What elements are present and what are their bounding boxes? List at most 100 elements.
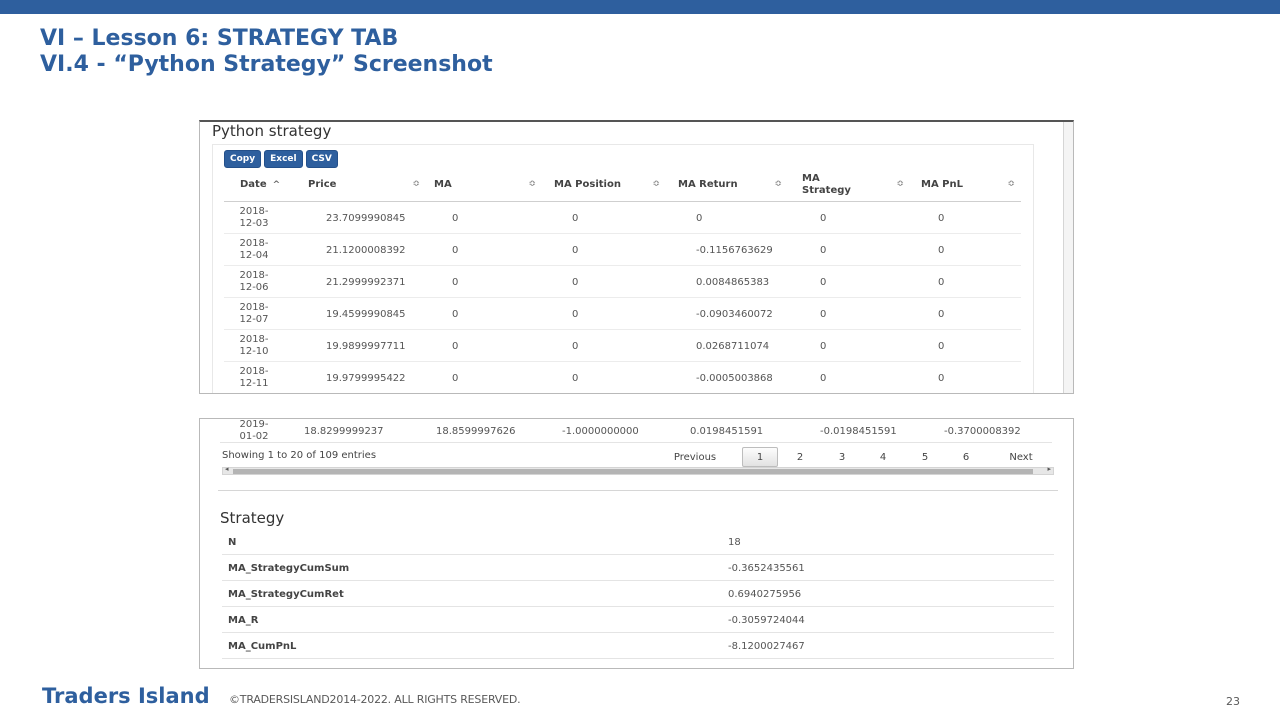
sort-ascending-icon: ^ <box>272 180 281 190</box>
scrollbar-thumb[interactable] <box>233 469 1033 474</box>
table-row: 2018- 12-06 21.2999992371 0 0 0.0084865383 0 0 <box>224 266 1021 298</box>
cell-ma-pnl: -0.3700008392 <box>944 425 1021 437</box>
copy-button[interactable]: Copy <box>224 150 262 168</box>
export-buttons: Copy Excel CSV <box>224 150 338 168</box>
page-button-3[interactable]: 3 <box>830 447 854 467</box>
cell-price: 23.7099990845 <box>326 212 406 224</box>
slide-title-line2: VI.4 - “Python Strategy” Screenshot <box>40 52 493 77</box>
table-header: Date ^ Price ≎ MA ≎ MA Position ≎ MA Ret… <box>224 168 1021 202</box>
brand-logo-text: Traders Island <box>42 684 210 708</box>
sort-icon: ≎ <box>774 179 782 189</box>
cell-ma-strategy: 0 <box>820 308 827 320</box>
sort-icon: ≎ <box>652 179 660 189</box>
cell-ma-position: 0 <box>572 340 579 352</box>
table-row: 2018- 12-11 19.9799995422 0 0 -0.0005003868 0… <box>224 362 1021 393</box>
column-header-ma-return[interactable]: MA Return ≎ <box>678 168 788 202</box>
sort-icon: ≎ <box>896 179 904 189</box>
next-page-button[interactable]: Next <box>998 447 1044 467</box>
python-strategy-screenshot-bottom: 2019- 01-02 18.8299999237 18.8599997626 … <box>199 418 1074 669</box>
page-button-5[interactable]: 5 <box>913 447 937 467</box>
cell-ma: 0 <box>452 212 459 224</box>
cell-date: 2018- 12-07 <box>239 302 269 325</box>
table-row: 2018- 12-03 23.7099990845 0 0 0 0 0 <box>224 202 1021 234</box>
cell-ma-strategy: 0 <box>820 276 827 288</box>
cell-ma: 0 <box>452 244 459 256</box>
excel-button[interactable]: Excel <box>264 150 303 168</box>
column-header-price[interactable]: Price ≎ <box>308 168 426 202</box>
strategy-value: -0.3059724044 <box>728 614 805 626</box>
page-button-4[interactable]: 4 <box>871 447 895 467</box>
page-button-1[interactable]: 1 <box>742 447 778 467</box>
csv-button[interactable]: CSV <box>305 150 338 168</box>
cell-price: 21.2999992371 <box>326 276 406 288</box>
page-button-6[interactable]: 6 <box>954 447 978 467</box>
cell-ma-pnl: 0 <box>938 244 945 256</box>
cell-ma-return: -0.0005003868 <box>696 372 773 384</box>
cell-date: 2018- 12-11 <box>239 366 269 389</box>
strategy-key: MA_StrategyCumSum <box>228 562 350 574</box>
vertical-scrollbar[interactable] <box>1063 122 1073 393</box>
strategy-key: MA_StrategyCumRet <box>228 588 344 600</box>
cell-price: 18.8299999237 <box>304 425 384 437</box>
cell-ma-position: 0 <box>572 372 579 384</box>
column-header-date[interactable]: Date ^ <box>240 168 310 202</box>
strategy-row: MA_R -0.3059724044 <box>222 607 1054 633</box>
strategy-row: MA_StrategyCumRet 0.6940275956 <box>222 581 1054 607</box>
cell-ma: 0 <box>452 372 459 384</box>
cell-ma-return: -0.0903460072 <box>696 308 773 320</box>
horizontal-scrollbar[interactable]: ◂ ▸ <box>222 465 1054 475</box>
strategy-value: 18 <box>728 536 741 548</box>
copyright-text: ©TRADERSISLAND2014-2022. ALL RIGHTS RESE… <box>229 693 521 706</box>
column-header-ma[interactable]: MA ≎ <box>434 168 542 202</box>
cell-ma-return: 0.0268711074 <box>696 340 770 352</box>
cell-ma-strategy: 0 <box>820 212 827 224</box>
column-header-ma-strategy[interactable]: MA Strategy ≎ <box>802 168 910 202</box>
table-row: 2018- 12-04 21.1200008392 0 0 -0.1156763629 0… <box>224 234 1021 266</box>
column-header-ma-position[interactable]: MA Position ≎ <box>554 168 666 202</box>
cell-ma-position: 0 <box>572 308 579 320</box>
cell-ma: 0 <box>452 340 459 352</box>
strategy-key: MA_CumPnL <box>228 640 297 652</box>
cell-ma-strategy: 0 <box>820 340 827 352</box>
scroll-left-icon[interactable]: ◂ <box>225 465 229 473</box>
table-row: 2018- 12-10 19.9899997711 0 0 0.0268711074 0 0 <box>224 330 1021 362</box>
cell-ma-return: 0.0198451591 <box>690 425 764 437</box>
strategy-value: -0.3652435561 <box>728 562 805 574</box>
cell-ma-pnl: 0 <box>938 340 945 352</box>
cell-date: 2018- 12-04 <box>239 238 269 261</box>
python-strategy-title: Python strategy <box>212 122 332 140</box>
column-header-ma-pnl[interactable]: MA PnL ≎ <box>921 168 1021 202</box>
cell-ma-position: 0 <box>572 212 579 224</box>
cell-date: 2018- 12-10 <box>239 334 269 357</box>
cell-ma-return: 0.0084865383 <box>696 276 770 288</box>
cell-ma: 0 <box>452 308 459 320</box>
cell-ma-pnl: 0 <box>938 372 945 384</box>
top-accent-bar <box>0 0 1280 14</box>
cell-date: 2019- 01-02 <box>239 419 269 442</box>
previous-page-button[interactable]: Previous <box>660 447 730 467</box>
cell-ma-return: 0 <box>696 212 703 224</box>
cell-ma-position: 0 <box>572 244 579 256</box>
entries-info: Showing 1 to 20 of 109 entries <box>222 450 377 461</box>
cell-ma-strategy: 0 <box>820 244 827 256</box>
scroll-right-icon[interactable]: ▸ <box>1047 465 1051 473</box>
cell-ma: 0 <box>452 276 459 288</box>
strategy-value: -8.1200027467 <box>728 640 805 652</box>
cell-ma-strategy: 0 <box>820 372 827 384</box>
sort-icon: ≎ <box>412 179 420 189</box>
strategy-key: MA_R <box>228 614 259 626</box>
cell-date: 2018- 12-03 <box>239 206 269 229</box>
cell-date: 2018- 12-06 <box>239 270 269 293</box>
strategy-title: Strategy <box>220 509 285 527</box>
cell-ma-return: -0.1156763629 <box>696 244 773 256</box>
page-button-2[interactable]: 2 <box>788 447 812 467</box>
cell-ma: 18.8599997626 <box>436 425 516 437</box>
cell-ma-pnl: 0 <box>938 212 945 224</box>
cell-ma-position: -1.0000000000 <box>562 425 639 437</box>
strategy-row: N 18 <box>222 529 1054 555</box>
sort-icon: ≎ <box>528 179 536 189</box>
cell-ma-position: 0 <box>572 276 579 288</box>
strategy-value: 0.6940275956 <box>728 588 802 600</box>
cell-ma-pnl: 0 <box>938 276 945 288</box>
python-strategy-screenshot-top: Python strategy Copy Excel CSV Date ^ Pr… <box>199 120 1074 394</box>
